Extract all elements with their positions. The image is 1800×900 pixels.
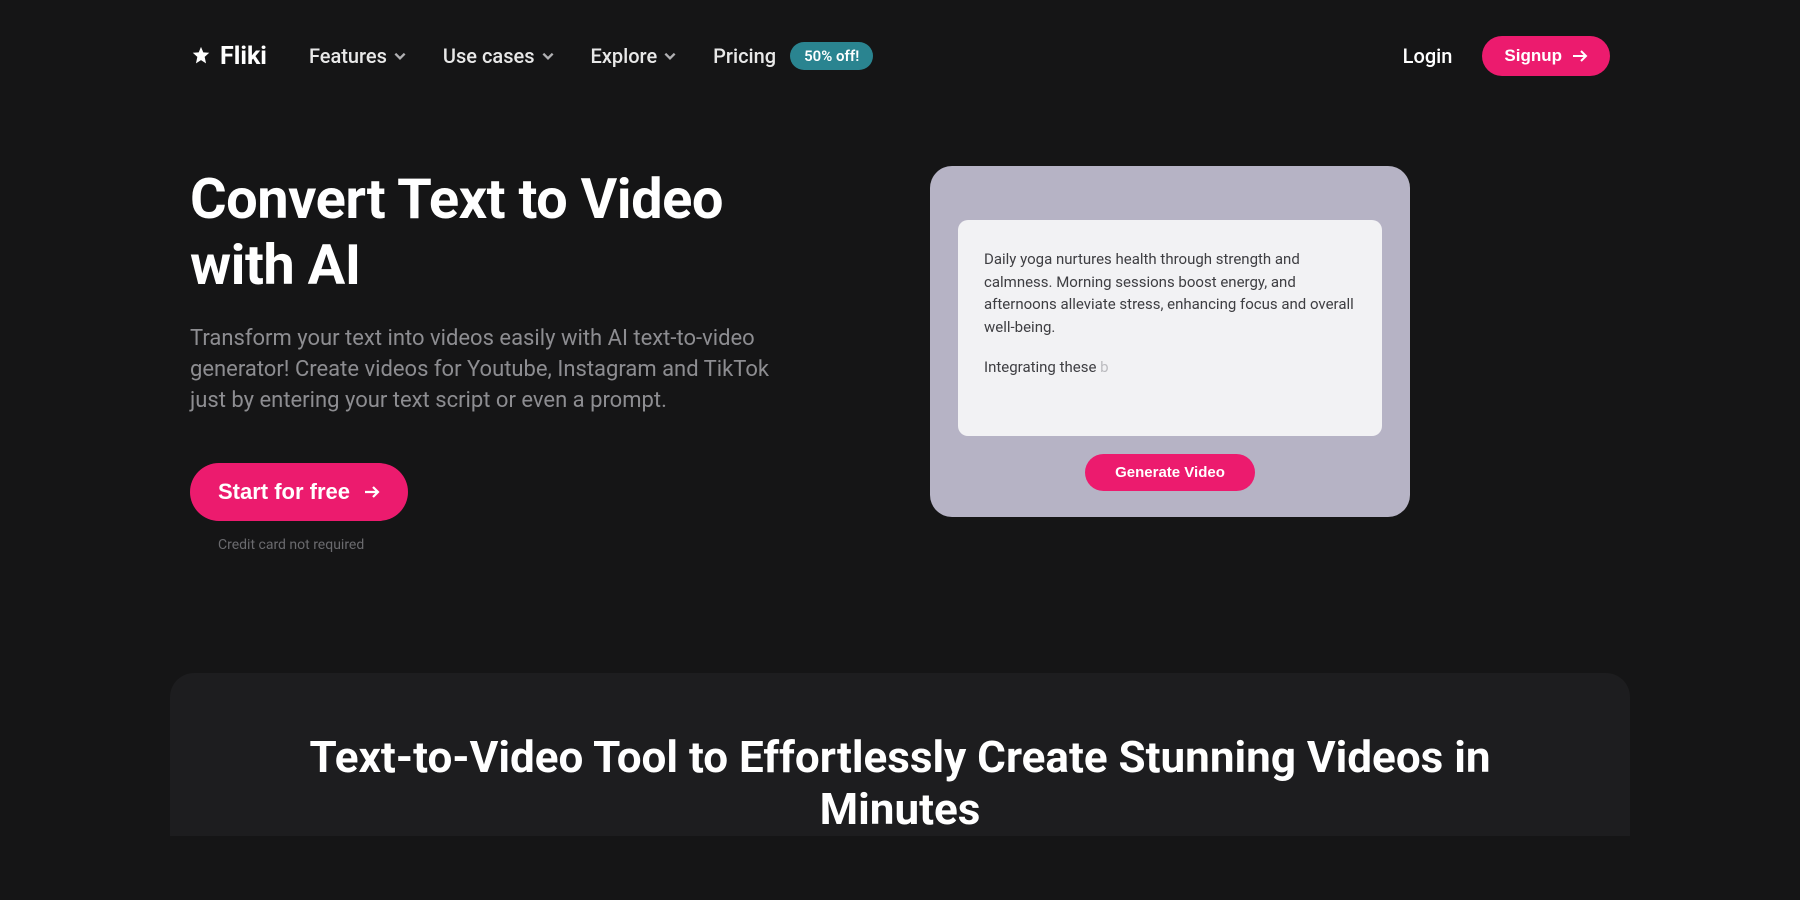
nav-item-explore[interactable]: Explore: [591, 44, 678, 68]
hero-description: Transform your text into videos easily w…: [190, 324, 810, 416]
start-free-button[interactable]: Start for free: [190, 463, 408, 521]
hero-title: Convert Text to Video with AI: [190, 166, 810, 298]
nav-item-use-cases[interactable]: Use cases: [443, 44, 555, 68]
nav-item-features[interactable]: Features: [309, 44, 407, 68]
hero-section: Convert Text to Video with AI Transform …: [0, 96, 1800, 553]
generate-video-button[interactable]: Generate Video: [1085, 454, 1255, 491]
nav-links: Features Use cases Explore Pricing 50% o…: [309, 42, 873, 70]
hero-demo: Daily yoga nurtures health through stren…: [930, 166, 1410, 553]
signup-button[interactable]: Signup: [1482, 36, 1610, 76]
demo-text-input[interactable]: Daily yoga nurtures health through stren…: [958, 220, 1382, 436]
brand-name: Fliki: [220, 42, 267, 71]
hero-content: Convert Text to Video with AI Transform …: [190, 166, 810, 553]
discount-badge: 50% off!: [790, 42, 873, 70]
arrow-right-icon: [364, 485, 380, 499]
navbar: Fliki Features Use cases Explore Pricing…: [0, 0, 1800, 96]
section-title: Text-to-Video Tool to Effortlessly Creat…: [230, 731, 1570, 837]
section-tool-intro: Text-to-Video Tool to Effortlessly Creat…: [170, 673, 1630, 837]
demo-card: Daily yoga nurtures health through stren…: [930, 166, 1410, 517]
chevron-down-icon: [541, 49, 555, 63]
arrow-right-icon: [1572, 49, 1588, 63]
demo-paragraph: Daily yoga nurtures health through stren…: [984, 248, 1356, 338]
cta-note: Credit card not required: [218, 537, 810, 553]
nav-right: Login Signup: [1403, 36, 1610, 76]
demo-paragraph: Integrating these b: [984, 356, 1356, 379]
nav-item-pricing[interactable]: Pricing 50% off!: [713, 42, 873, 70]
chevron-down-icon: [663, 49, 677, 63]
login-link[interactable]: Login: [1403, 44, 1453, 68]
logo[interactable]: Fliki: [190, 42, 267, 71]
fliki-logo-icon: [190, 45, 212, 67]
chevron-down-icon: [393, 49, 407, 63]
